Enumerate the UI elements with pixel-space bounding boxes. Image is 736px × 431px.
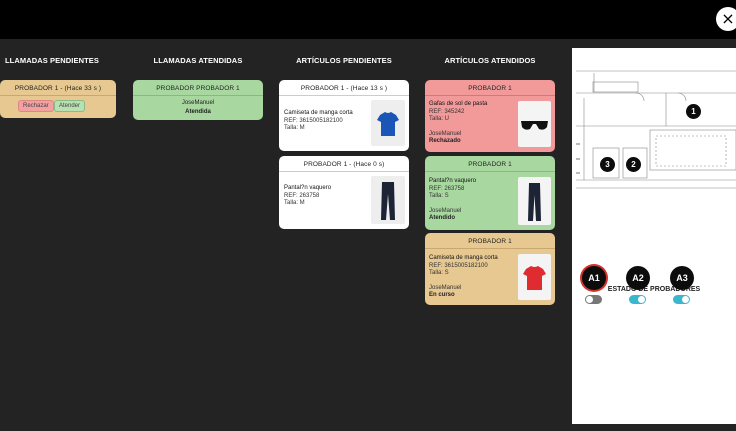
item-ref: REF: 263758 <box>284 192 320 199</box>
item-status: Rechazado <box>429 138 461 144</box>
attended-item-card[interactable]: PROBADOR 1 Camiseta de manga corta REF: … <box>425 233 555 305</box>
pending-item-card[interactable]: PROBADOR 1 - (Hace 13 s ) Camiseta de ma… <box>279 80 409 151</box>
item-details: Gafas de sol de pasta REF: 345242 Talla:… <box>429 101 487 146</box>
item-name: Pantal?n vaquero <box>284 185 332 191</box>
fitting-room-a3[interactable]: A3 <box>670 266 694 290</box>
item-status: Atendido <box>429 215 455 221</box>
room-marker-3[interactable]: 3 <box>600 157 615 172</box>
fitting-room-a1[interactable]: A1 <box>582 266 606 290</box>
attended-item-card[interactable]: PROBADOR 1 Gafas de sol de pasta REF: 34… <box>425 80 555 152</box>
item-status: En curso <box>429 292 455 298</box>
item-details: Pantal?n vaquero REF: 263758 Talla: S Jo… <box>429 178 476 223</box>
attend-button[interactable]: Atender <box>54 100 86 112</box>
item-size: Talla: M <box>284 200 305 206</box>
item-name: Camiseta de manga corta <box>429 255 498 261</box>
item-ref: REF: 345242 <box>429 108 465 115</box>
item-size: Talla: U <box>429 116 450 122</box>
item-details: Camiseta de manga corta REF: 36150051821… <box>429 255 498 300</box>
red-tshirt-icon <box>518 254 551 300</box>
item-ref: REF: 3615005182100 <box>429 262 488 269</box>
fitting-room-a2[interactable]: A2 <box>626 266 650 290</box>
pending-call-card: PROBADOR 1 - (Hace 33 s ) Rechazar Atend… <box>0 80 116 118</box>
item-ref: REF: 263758 <box>429 185 465 192</box>
jeans-icon <box>518 177 551 225</box>
card-header: PROBADOR 1 - (Hace 0 s) <box>279 156 409 172</box>
attended-user: JoseManuel <box>181 100 215 106</box>
item-size: Talla: S <box>429 270 449 276</box>
fitting-room-panel: 1 2 3 ESTADO DE PROBADORES A1 A2 A3 <box>572 48 736 424</box>
jeans-icon <box>371 176 405 224</box>
pending-items-title: ARTÍCULOS PENDIENTES <box>296 56 392 65</box>
item-name: Camiseta de manga corta <box>284 110 353 116</box>
card-header: PROBADOR 1 - (Hace 13 s ) <box>279 80 409 96</box>
pending-item-card[interactable]: PROBADOR 1 - (Hace 0 s) Pantal?n vaquero… <box>279 156 409 229</box>
toggle-a3[interactable] <box>673 295 690 304</box>
item-user: JoseManuel <box>429 130 462 137</box>
card-header: PROBADOR 1 <box>425 233 555 249</box>
floor-plan: 1 2 3 <box>576 68 736 208</box>
card-header: PROBADOR PROBADOR 1 <box>133 80 263 96</box>
room-marker-1[interactable]: 1 <box>686 104 701 119</box>
top-bar <box>0 0 736 39</box>
card-header: PROBADOR 1 - (Hace 33 s ) <box>0 80 116 96</box>
reject-button[interactable]: Rechazar <box>18 100 54 112</box>
item-user: JoseManuel <box>429 284 462 291</box>
attended-item-card[interactable]: PROBADOR 1 Pantal?n vaquero REF: 263758 … <box>425 156 555 230</box>
toggle-a1[interactable] <box>585 295 602 304</box>
sunglasses-icon <box>518 101 551 147</box>
item-user: JoseManuel <box>429 207 462 214</box>
room-marker-2[interactable]: 2 <box>626 157 641 172</box>
pending-calls-title: LLAMADAS PENDIENTES <box>5 56 99 65</box>
item-size: Talla: S <box>429 193 449 199</box>
attended-call-card: PROBADOR PROBADOR 1 JoseManuel Atendida <box>133 80 263 120</box>
attended-items-title: ARTÍCULOS ATENDIDOS <box>444 56 536 65</box>
item-details: Camiseta de manga corta REF: 36150051821… <box>284 110 353 133</box>
card-header: PROBADOR 1 <box>425 80 555 96</box>
item-name: Gafas de sol de pasta <box>429 101 488 107</box>
blue-tshirt-icon <box>371 100 405 146</box>
attended-status: Atendida <box>185 108 211 115</box>
toggle-a2[interactable] <box>629 295 646 304</box>
close-button[interactable]: × <box>716 7 736 31</box>
item-size: Talla: M <box>284 125 305 131</box>
card-header: PROBADOR 1 <box>425 156 555 172</box>
item-details: Pantal?n vaquero REF: 263758 Talla: M <box>284 185 331 208</box>
item-name: Pantal?n vaquero <box>429 178 477 184</box>
attended-calls-title: LLAMADAS ATENDIDAS <box>153 56 243 65</box>
item-ref: REF: 3615005182100 <box>284 117 343 124</box>
